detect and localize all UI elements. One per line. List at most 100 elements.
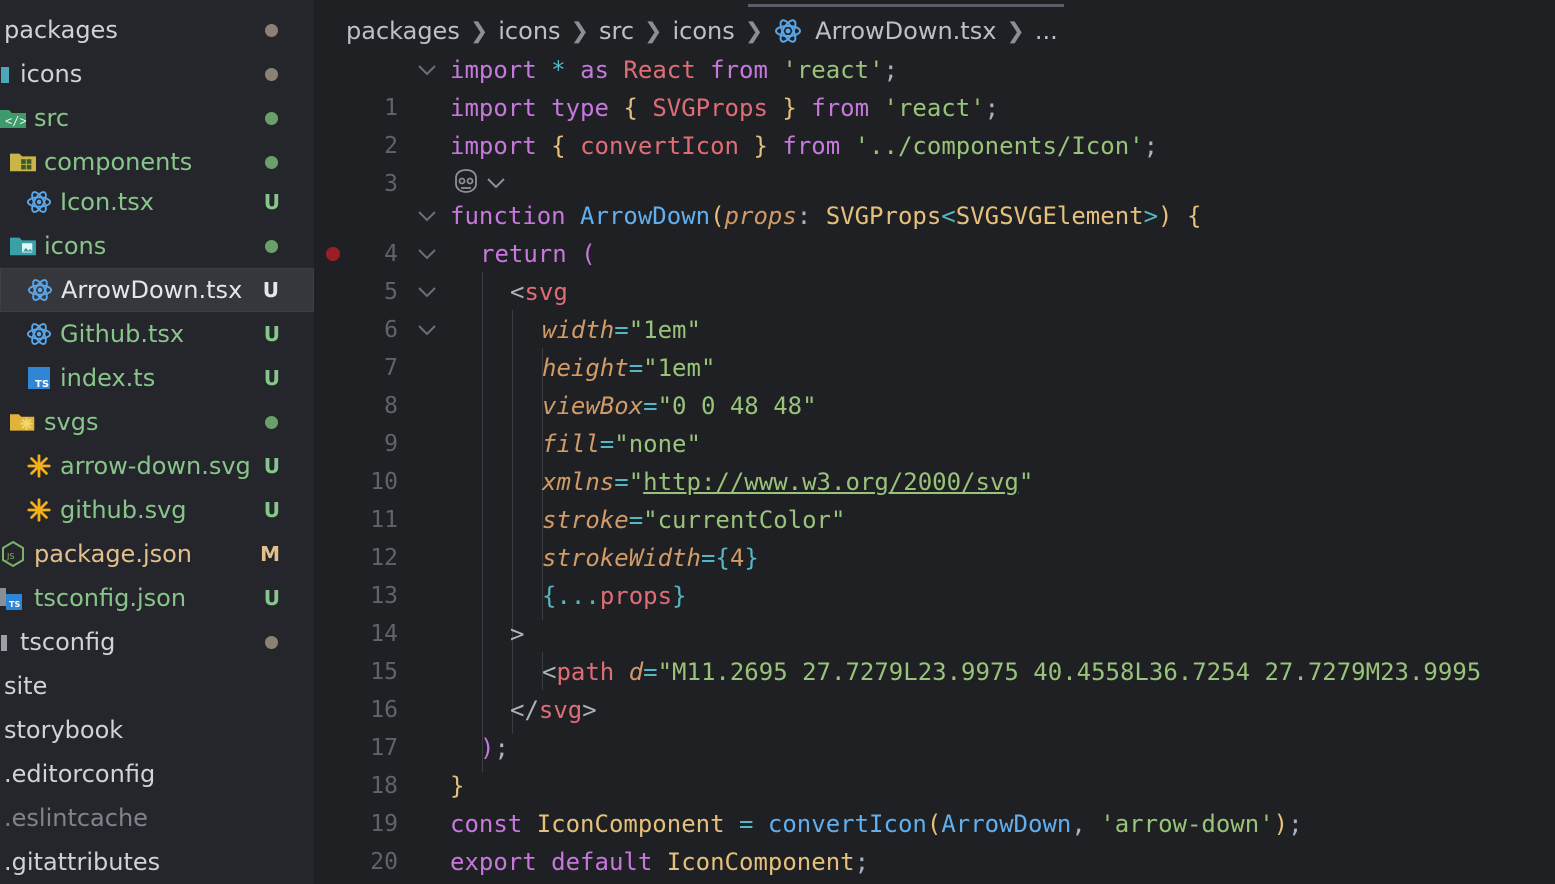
- token: IconComponent: [666, 848, 855, 876]
- token: convertIcon: [767, 810, 927, 838]
- tree-folder-tsconfig[interactable]: tsconfig: [0, 620, 314, 664]
- code-line[interactable]: 16 <path d="M11.2695 27.7279L23.9975 40.…: [314, 653, 1555, 723]
- svg-folder-icon: [10, 409, 36, 435]
- token: 'react': [767, 56, 884, 84]
- code-editor[interactable]: packages ❯ icons ❯ src ❯ icons ❯ ArrowDo…: [314, 0, 1555, 884]
- tree-file-icon-tsx[interactable]: Icon.tsx U: [0, 180, 314, 224]
- tree-file-arrowdown-tsx[interactable]: ArrowDown.tsx U: [0, 268, 314, 312]
- tree-file-gitattributes[interactable]: .gitattributes: [0, 840, 314, 884]
- svg-file-icon: [26, 453, 52, 479]
- tree-file-eslintcache[interactable]: .eslintcache: [0, 796, 314, 840]
- token: from: [811, 94, 870, 122]
- chevron-right-icon: ❯: [644, 18, 663, 44]
- code-line[interactable]: 8 height="1em": [314, 349, 1555, 419]
- tree-file-editorconfig[interactable]: .editorconfig: [0, 752, 314, 796]
- token: fill: [542, 430, 600, 458]
- tree-file-package-json[interactable]: JS package.json M: [0, 532, 314, 576]
- tree-folder-svgs[interactable]: svgs: [0, 400, 314, 444]
- token: <: [941, 202, 956, 230]
- token: ;: [854, 848, 870, 876]
- token: viewBox: [542, 392, 644, 420]
- token: ,: [1071, 810, 1101, 838]
- git-status-badge: U: [263, 586, 280, 610]
- typescript-icon: TS: [26, 365, 52, 391]
- code-line[interactable]: 10 fill="none": [314, 425, 1555, 495]
- code-line[interactable]: 5 return (: [314, 235, 1555, 305]
- tree-folder-storybook[interactable]: storybook: [0, 708, 314, 752]
- code-line[interactable]: 12 stroke="currentColor": [314, 501, 1555, 571]
- token: svg: [524, 278, 568, 306]
- fold-chevron-icon[interactable]: [414, 273, 440, 311]
- token: 4: [729, 544, 745, 572]
- tree-folder-components[interactable]: components: [0, 140, 314, 184]
- folder-changes-dot: [265, 239, 278, 253]
- svg-text:TS: TS: [35, 379, 49, 390]
- breadcrumb-item[interactable]: packages: [346, 17, 460, 45]
- code-line[interactable]: 18 );: [314, 729, 1555, 799]
- token: }: [450, 772, 465, 800]
- code-line[interactable]: 4 function ArrowDown(props: SVGProps<SVG…: [314, 197, 1555, 267]
- breadcrumb-item[interactable]: icons: [672, 17, 734, 45]
- fold-chevron-icon[interactable]: [414, 235, 440, 273]
- token: "1em": [628, 316, 701, 344]
- tree-folder-site[interactable]: site: [0, 664, 314, 708]
- code-line[interactable]: 19 }: [314, 767, 1555, 837]
- breadcrumb-item[interactable]: icons: [498, 17, 560, 45]
- chevron-right-icon: ❯: [570, 18, 589, 44]
- fold-chevron-icon[interactable]: [414, 197, 440, 235]
- token: }: [744, 544, 759, 572]
- token: IconComponent: [536, 810, 725, 838]
- fold-chevron-icon[interactable]: [414, 311, 440, 349]
- token: <: [510, 278, 525, 306]
- token: {: [536, 132, 581, 160]
- code-line[interactable]: 2 import type { SVGProps } from 'react';: [314, 89, 1555, 159]
- token: SVGProps: [825, 202, 942, 230]
- breadcrumb-item[interactable]: src: [599, 17, 634, 45]
- tree-file-tsconfig-json[interactable]: TS tsconfig.json U: [0, 576, 314, 620]
- code-line[interactable]: 17 </svg>: [314, 691, 1555, 761]
- token: >: [510, 620, 525, 648]
- git-status-badge: U: [263, 190, 280, 214]
- tree-folder-packages[interactable]: packages: [0, 8, 314, 52]
- token: function: [450, 202, 581, 230]
- code-line[interactable]: 1 import * as React from 'react';: [314, 51, 1555, 121]
- token: ": [628, 468, 644, 496]
- breadcrumb-file[interactable]: ArrowDown.tsx: [815, 17, 996, 45]
- code-line[interactable]: 15 >: [314, 615, 1555, 685]
- tree-file-index-ts[interactable]: TS index.ts U: [0, 356, 314, 400]
- url-link[interactable]: http://www.w3.org/2000/svg: [643, 468, 1019, 496]
- tree-folder-src[interactable]: </> src: [0, 96, 314, 140]
- tree-file-github-svg[interactable]: github.svg U: [0, 488, 314, 532]
- chevron-right-icon: ❯: [1006, 18, 1025, 44]
- token: from: [710, 56, 768, 84]
- token: ...: [556, 582, 600, 610]
- folder-changes-dot: [265, 155, 278, 169]
- code-line[interactable]: 20 const IconComponent = convertIcon(Arr…: [314, 805, 1555, 875]
- tree-file-github-tsx[interactable]: Github.tsx U: [0, 312, 314, 356]
- tree-item-label: .gitattributes: [4, 848, 161, 876]
- tree-folder-icons[interactable]: icons: [0, 52, 314, 96]
- code-line[interactable]: 3 import { convertIcon } from '../compon…: [314, 127, 1555, 197]
- token: stroke: [542, 506, 629, 534]
- folder-changes-dot: [265, 67, 278, 81]
- code-line[interactable]: 14 {...props}: [314, 577, 1555, 647]
- code-line[interactable]: 9 viewBox="0 0 48 48": [314, 387, 1555, 457]
- code-line[interactable]: 6 <svg: [314, 273, 1555, 343]
- code-line[interactable]: 7 width="1em": [314, 311, 1555, 381]
- svg-text:TS: TS: [9, 600, 20, 609]
- token: (: [926, 810, 942, 838]
- token: as: [580, 56, 609, 84]
- folder-changes-dot: [265, 23, 278, 37]
- tree-folder-icons-inner[interactable]: icons: [0, 224, 314, 268]
- code-line[interactable]: 21 export default IconComponent;: [314, 843, 1555, 881]
- code-line[interactable]: 11 xmlns="http://www.w3.org/2000/svg": [314, 463, 1555, 533]
- token: SVGProps: [652, 94, 768, 122]
- token: ArrowDown: [941, 810, 1072, 838]
- token: path: [556, 658, 615, 686]
- codelens-copilot[interactable]: [452, 168, 506, 198]
- fold-chevron-icon[interactable]: [414, 51, 440, 89]
- tree-file-arrow-down-svg[interactable]: arrow-down.svg U: [0, 444, 314, 488]
- code-line[interactable]: 13 strokeWidth={4}: [314, 539, 1555, 609]
- folder-icon: [0, 629, 12, 655]
- breadcrumb-more[interactable]: ...: [1035, 17, 1058, 45]
